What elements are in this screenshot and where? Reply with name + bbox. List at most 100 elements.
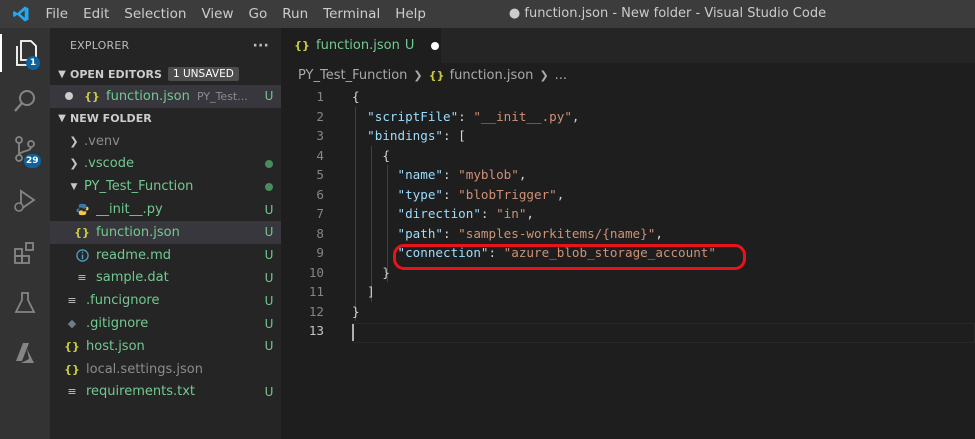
json-key: "scriptFile" [367, 108, 459, 124]
breadcrumb-folder[interactable]: PY_Test_Function [298, 68, 407, 83]
tree-file-init-py[interactable]: __init__.py U [50, 198, 281, 221]
json-punctuation: : [458, 108, 474, 124]
json-punctuation: ] [352, 284, 375, 300]
tree-folder-py-test-function[interactable]: ▼ PY_Test_Function [50, 175, 281, 198]
code-line[interactable]: 11 ] [281, 282, 975, 302]
tree-item-label: requirements.txt [86, 384, 196, 400]
menu-run[interactable]: Run [275, 6, 316, 22]
search-activity[interactable] [0, 78, 50, 124]
tree-file-host-json[interactable]: {} host.json U [50, 335, 281, 358]
more-actions-icon[interactable]: ··· [252, 38, 269, 54]
menu-edit[interactable]: Edit [76, 6, 117, 22]
menu-terminal[interactable]: Terminal [316, 6, 388, 22]
json-string: "azure_blob_storage_account" [503, 245, 716, 261]
git-status: U [264, 270, 274, 285]
run-debug-activity[interactable] [0, 178, 50, 224]
code-line[interactable]: 10 } [281, 263, 975, 283]
menu-go[interactable]: Go [241, 6, 275, 22]
json-punctuation: , [526, 206, 535, 222]
menu-selection[interactable]: Selection [117, 6, 194, 22]
json-punctuation: { [352, 89, 360, 105]
menu-file[interactable]: File [38, 6, 76, 22]
menu-view[interactable]: View [194, 6, 241, 22]
flask-icon [14, 292, 36, 313]
json-string: "myblob" [458, 167, 519, 183]
tree-file-local-settings-json[interactable]: {} local.settings.json [50, 358, 281, 381]
code-line[interactable]: 13 [281, 321, 975, 341]
testing-activity[interactable] [0, 280, 50, 326]
tree-file-gitignore[interactable]: ◆ .gitignore U [50, 312, 281, 335]
tree-folder-vscode[interactable]: ❯ .vscode [50, 153, 281, 176]
code-line[interactable]: 2 "scriptFile": "__init__.py", [281, 107, 975, 127]
menu-help[interactable]: Help [388, 6, 434, 22]
json-punctuation [352, 226, 398, 241]
text-file-icon: ≡ [77, 271, 87, 285]
info-file-icon [74, 248, 90, 262]
modified-dot-icon [257, 180, 281, 194]
code-text: "direction": "in", [352, 206, 535, 222]
title-bar: File Edit Selection View Go Run Terminal… [0, 0, 975, 28]
tab-bar: {} function.json U [281, 28, 975, 63]
extensions-icon [14, 242, 34, 264]
code-line[interactable]: 1{ [281, 87, 975, 107]
activity-bar: 1 29 [0, 28, 50, 439]
unsaved-dot-icon[interactable] [50, 92, 84, 101]
tree-item-label: local.settings.json [86, 361, 203, 377]
code-line[interactable]: 4 { [281, 146, 975, 166]
explorer-sidebar: EXPLORER ··· ▼ OPEN EDITORS 1 UNSAVED {}… [50, 28, 281, 439]
git-status: U [264, 248, 274, 263]
extensions-activity[interactable] [0, 230, 50, 276]
code-editor[interactable]: 1{2 "scriptFile": "__init__.py", 3 "bindi… [281, 87, 975, 439]
line-number: 2 [316, 108, 324, 124]
source-control-activity[interactable]: 29 [0, 126, 50, 172]
code-line[interactable]: 3 "bindings": [ [281, 126, 975, 146]
tree-file-funcignore[interactable]: ≡ .funcignore U [50, 289, 281, 312]
json-key: "bindings" [367, 128, 443, 144]
json-file-icon: {} [74, 225, 90, 239]
json-punctuation: { [352, 147, 390, 163]
code-line[interactable]: 12} [281, 302, 975, 322]
tree-folder-venv[interactable]: ❯ .venv [50, 130, 281, 153]
json-punctuation: : [443, 186, 459, 202]
json-string: "__init__.py" [473, 108, 572, 124]
json-punctuation: : [ [443, 128, 466, 144]
scm-badge: 29 [24, 154, 41, 168]
git-status: U [264, 339, 274, 354]
json-punctuation [352, 206, 398, 221]
code-text: { [352, 148, 390, 163]
code-line[interactable]: 5 "name": "myblob", [281, 165, 975, 185]
tree-item-label: readme.md [96, 247, 171, 263]
line-number: 10 [308, 264, 324, 280]
tab-function-json[interactable]: {} function.json U [281, 28, 441, 63]
breadcrumb-more[interactable]: ... [555, 68, 567, 83]
tree-file-sample-dat[interactable]: ≡ sample.dat U [50, 267, 281, 290]
open-editors-section[interactable]: ▼ OPEN EDITORS 1 UNSAVED [50, 63, 281, 85]
code-line[interactable]: 9 "connection": "azure_blob_storage_acco… [281, 243, 975, 263]
tree-file-readme-md[interactable]: readme.md U [50, 244, 281, 267]
tab-git-status: U [404, 38, 415, 53]
unsaved-dot-icon[interactable] [431, 41, 440, 50]
chevron-right-icon: ❯ [69, 157, 79, 171]
tree-item-label: .funcignore [86, 293, 160, 309]
azure-activity[interactable] [0, 330, 50, 376]
breadcrumb-file[interactable]: function.json [450, 68, 534, 83]
explorer-activity[interactable]: 1 [0, 30, 50, 76]
git-status: U [264, 293, 274, 308]
code-line[interactable]: 7 "direction": "in", [281, 204, 975, 224]
code-text: ] [352, 284, 375, 299]
new-folder-section[interactable]: ▼ NEW FOLDER [50, 108, 281, 130]
code-text: "type": "blobTrigger", [352, 186, 565, 202]
chevron-down-icon: ▼ [58, 113, 66, 125]
tree-file-requirements-txt[interactable]: ≡ requirements.txt U [50, 381, 281, 404]
code-line[interactable]: 8 "path": "samples-workitems/{name}", [281, 224, 975, 244]
tree-item-label: function.json [96, 224, 180, 240]
json-punctuation: , [518, 167, 527, 183]
open-editor-item[interactable]: {} function.json PY_Test... U [50, 85, 281, 108]
json-punctuation [352, 109, 367, 124]
tree-file-function-json[interactable]: {} function.json U [50, 220, 281, 244]
json-string: "samples-workitems/{name}" [458, 225, 656, 241]
code-line[interactable]: 6 "type": "blobTrigger", [281, 185, 975, 205]
chevron-right-icon: ❯ [539, 68, 549, 82]
open-editor-name: function.json [106, 88, 190, 104]
json-punctuation: } [352, 264, 390, 280]
